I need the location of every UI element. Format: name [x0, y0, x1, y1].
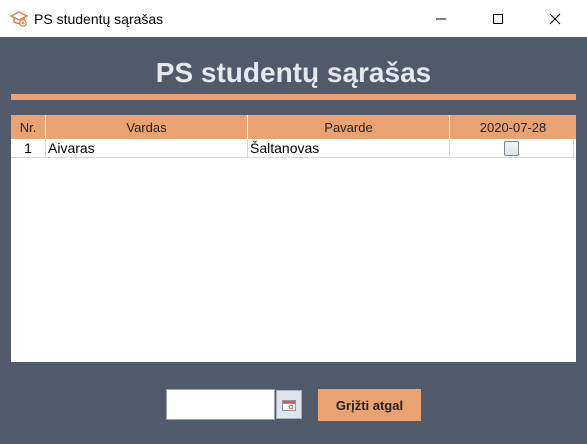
maximize-button[interactable]	[475, 0, 521, 37]
column-header-date[interactable]: 2020-07-28	[450, 115, 576, 139]
students-table[interactable]: Nr. Vardas Pavarde 2020-07-28 1 Aivaras …	[11, 115, 576, 362]
calendar-icon	[282, 399, 296, 411]
column-header-nr[interactable]: Nr.	[11, 115, 46, 139]
main-panel: PS studentų sąrašas Nr. Vardas Pavarde 2…	[0, 37, 587, 444]
window-titlebar: PS studentų sąrašas	[0, 0, 587, 37]
calendar-button[interactable]	[276, 390, 302, 419]
window-title: PS studentų sąrašas	[34, 11, 164, 27]
cell-vardas[interactable]: Aivaras	[46, 139, 248, 158]
table-header: Nr. Vardas Pavarde 2020-07-28	[11, 115, 576, 139]
maximize-icon	[493, 13, 503, 24]
cell-attendance[interactable]	[450, 139, 574, 158]
graduation-cap-icon	[9, 10, 29, 28]
minimize-button[interactable]	[418, 0, 464, 37]
attendance-checkbox[interactable]	[504, 140, 519, 156]
page-title: PS studentų sąrašas	[155, 57, 432, 88]
minimize-icon	[436, 18, 446, 19]
close-button[interactable]	[532, 0, 578, 37]
cell-nr[interactable]: 1	[11, 139, 46, 158]
column-header-vardas[interactable]: Vardas	[46, 115, 248, 139]
column-header-pavarde[interactable]: Pavarde	[248, 115, 450, 139]
date-input[interactable]	[166, 389, 275, 420]
table-row[interactable]: 1 Aivaras Šaltanovas	[11, 139, 576, 158]
back-button[interactable]: Grįžti atgal	[318, 389, 421, 421]
close-icon	[549, 13, 561, 24]
cell-pavarde[interactable]: Šaltanovas	[248, 139, 450, 158]
header-divider	[11, 94, 576, 100]
